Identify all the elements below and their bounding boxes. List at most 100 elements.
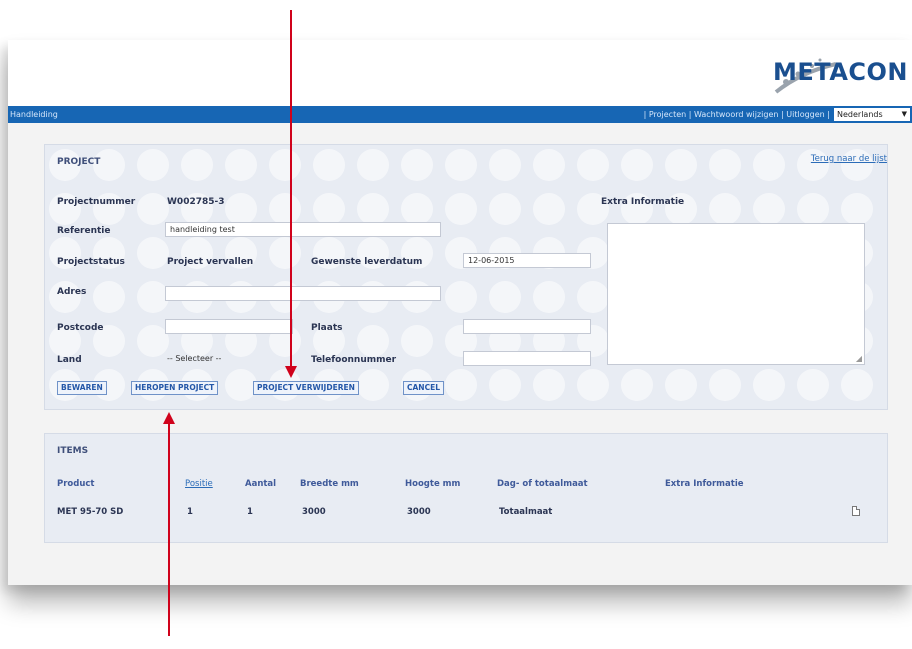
decor-dot (489, 369, 521, 401)
annotation-arrow-down (285, 10, 297, 378)
header: METACON (8, 40, 912, 106)
decor-dot (357, 369, 389, 401)
nav-link-uitloggen[interactable]: Uitloggen (786, 110, 824, 119)
decor-dot (709, 369, 741, 401)
decor-dot (621, 369, 653, 401)
language-select[interactable]: Nederlands ▼ (834, 108, 910, 121)
decor-dot (401, 325, 433, 357)
decor-dot (489, 193, 521, 225)
row-positie: 1 (187, 507, 193, 517)
cancel-button[interactable]: CANCEL (403, 381, 444, 395)
items-section-title: ITEMS (57, 446, 89, 456)
decor-dot (357, 193, 389, 225)
reopen-project-button[interactable]: HEROPEN PROJECT (131, 381, 219, 395)
decor-dot (357, 325, 389, 357)
back-to-list-link[interactable]: Terug naar de lijst (811, 154, 887, 164)
decor-dot (445, 369, 477, 401)
decor-dot (93, 281, 125, 313)
extra-info-label: Extra Informatie (601, 197, 685, 207)
annotation-arrow-up (163, 412, 175, 636)
row-breedte: 3000 (302, 507, 326, 517)
decor-dot (665, 149, 697, 181)
decor-dot (445, 149, 477, 181)
project-panel: PROJECT Terug naar de lijst Projectnumme… (44, 144, 888, 410)
decor-dot (181, 149, 213, 181)
nav-link-wachtwoord[interactable]: Wachtwoord wijzigen (694, 110, 779, 119)
help-link[interactable]: Handleiding (10, 106, 58, 123)
decor-dot (489, 281, 521, 313)
decor-dot (753, 149, 785, 181)
adres-label: Adres (57, 287, 87, 297)
decor-dot (709, 149, 741, 181)
nav-links: | Projecten | Wachtwoord wijzigen | Uitl… (644, 106, 830, 123)
leverdatum-label: Gewenste leverdatum (311, 257, 423, 267)
decor-dot (577, 281, 609, 313)
land-select-value: -- Selecteer -- (167, 354, 222, 363)
decor-dot (401, 193, 433, 225)
decor-dot (577, 369, 609, 401)
decor-dot (445, 281, 477, 313)
decor-dot (137, 237, 169, 269)
adres-input[interactable] (165, 286, 441, 301)
nav-separator: | (824, 110, 830, 119)
decor-dot (225, 149, 257, 181)
column-header-extra: Extra Informatie (665, 479, 744, 489)
app-window: METACON Handleiding | Projecten | Wachtw… (8, 40, 912, 585)
save-button[interactable]: BEWAREN (57, 381, 107, 395)
postcode-input[interactable] (165, 319, 293, 334)
projectstatus-label: Projectstatus (57, 257, 125, 267)
land-select[interactable]: -- Selecteer -- (165, 351, 287, 366)
chevron-down-icon: ▼ (901, 110, 907, 118)
telefoon-label: Telefoonnummer (311, 355, 397, 365)
referentie-label: Referentie (57, 226, 111, 236)
nav-separator: | (686, 110, 694, 119)
brand-logo: METACON (773, 58, 908, 86)
decor-dot (841, 369, 873, 401)
decor-dot (225, 193, 257, 225)
decor-dot (797, 369, 829, 401)
decor-dot (753, 193, 785, 225)
column-header-maat: Dag- of totaalmaat (497, 479, 588, 489)
decor-dot (357, 149, 389, 181)
row-maat: Totaalmaat (499, 507, 553, 517)
resize-handle-icon[interactable]: ◢ (856, 354, 862, 363)
decor-dot (533, 369, 565, 401)
postcode-label: Postcode (57, 323, 104, 333)
extra-info-textarea[interactable]: ◢ (607, 223, 865, 365)
column-header-aantal: Aantal (245, 479, 277, 489)
top-navigation-bar: Handleiding | Projecten | Wachtwoord wij… (8, 106, 912, 123)
decor-dot (841, 193, 873, 225)
telefoon-input[interactable] (463, 351, 591, 366)
land-label: Land (57, 355, 82, 365)
decor-dot (313, 193, 345, 225)
project-section-title: PROJECT (57, 157, 101, 167)
decor-dot (533, 193, 565, 225)
row-hoogte: 3000 (407, 507, 431, 517)
decor-dot (797, 193, 829, 225)
decor-dot (753, 369, 785, 401)
column-header-positie[interactable]: Positie (185, 479, 213, 489)
column-header-product: Product (57, 479, 95, 489)
decor-dot (313, 149, 345, 181)
decor-dot (137, 149, 169, 181)
projectnummer-label: Projectnummer (57, 197, 136, 207)
row-product: MET 95-70 SD (57, 507, 124, 517)
projectstatus-value: Project vervallen (167, 257, 254, 267)
nav-link-projecten[interactable]: Projecten (649, 110, 686, 119)
decor-dot (577, 149, 609, 181)
projectnummer-value: W002785-3 (167, 197, 225, 207)
document-icon[interactable] (852, 506, 860, 516)
decor-dot (621, 149, 653, 181)
decor-dot (709, 193, 741, 225)
decor-dot (533, 281, 565, 313)
decor-dot (137, 193, 169, 225)
leverdatum-input[interactable]: 12-06-2015 (463, 253, 591, 268)
decor-dot (489, 149, 521, 181)
decor-dot (49, 281, 81, 313)
plaats-input[interactable] (463, 319, 591, 334)
delete-project-button[interactable]: PROJECT VERWIJDEREN (253, 381, 359, 395)
language-select-value: Nederlands (837, 110, 883, 119)
referentie-input[interactable]: handleiding test (165, 222, 441, 237)
decor-dot (401, 149, 433, 181)
decor-dot (665, 369, 697, 401)
